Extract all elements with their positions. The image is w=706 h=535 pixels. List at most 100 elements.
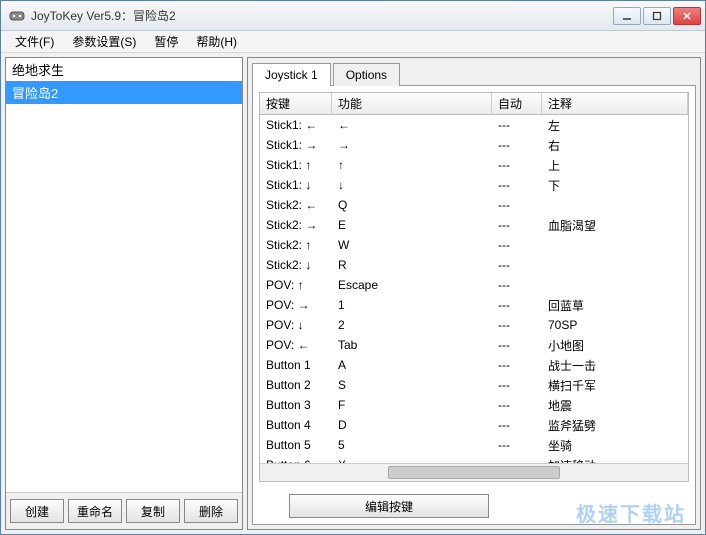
cell-auto: --- — [492, 418, 542, 432]
horizontal-scrollbar[interactable] — [260, 463, 688, 481]
cell-auto: --- — [492, 358, 542, 372]
profile-list[interactable]: 绝地求生冒险岛2 — [6, 58, 242, 493]
cell-auto: --- — [492, 398, 542, 412]
table-row[interactable]: Button 6X---加速移动 — [260, 455, 688, 463]
cell-note: 坐骑 — [542, 437, 688, 454]
menu-file[interactable]: 文件(F) — [7, 31, 62, 52]
cell-function: E — [332, 218, 492, 232]
cell-function: 2 — [332, 318, 492, 332]
tab-options[interactable]: Options — [333, 63, 400, 86]
cell-note: 战士一击 — [542, 357, 688, 374]
cell-button: Stick1: ↓ — [260, 178, 332, 192]
cell-function: R — [332, 258, 492, 272]
table-row[interactable]: Button 2S---横扫千军 — [260, 375, 688, 395]
window-title: JoyToKey Ver5.9：冒险岛2 — [31, 7, 613, 24]
rename-button[interactable]: 重命名 — [68, 499, 122, 523]
app-window: JoyToKey Ver5.9：冒险岛2 文件(F) 参数设置(S) 暂停 帮助… — [0, 0, 706, 535]
cell-button: Button 5 — [260, 438, 332, 452]
cell-auto: --- — [492, 438, 542, 452]
cell-auto: --- — [492, 318, 542, 332]
cell-note: 70SP — [542, 318, 688, 332]
grid-body[interactable]: Stick1: ←←---左Stick1: →→---右Stick1: ↑↑--… — [260, 115, 688, 463]
profile-item[interactable]: 绝地求生 — [6, 58, 242, 81]
cell-button: Stick1: ↑ — [260, 158, 332, 172]
cell-auto: --- — [492, 338, 542, 352]
cell-button: Stick2: ↑ — [260, 238, 332, 252]
edit-button[interactable]: 编辑按键 — [289, 494, 489, 518]
table-row[interactable]: POV: ↑Escape--- — [260, 275, 688, 295]
menubar: 文件(F) 参数设置(S) 暂停 帮助(H) — [1, 31, 705, 53]
cell-function: 1 — [332, 298, 492, 312]
cell-auto: --- — [492, 258, 542, 272]
cell-note: 下 — [542, 177, 688, 194]
cell-auto: --- — [492, 178, 542, 192]
cell-function: 5 — [332, 438, 492, 452]
col-note[interactable]: 注释 — [542, 93, 688, 114]
cell-note: 地震 — [542, 397, 688, 414]
profile-panel: 绝地求生冒险岛2 创建 重命名 复制 删除 — [5, 57, 243, 530]
table-row[interactable]: Stick2: ←Q--- — [260, 195, 688, 215]
cell-button: Stick2: → — [260, 218, 332, 232]
copy-button[interactable]: 复制 — [126, 499, 180, 523]
content-area: 绝地求生冒险岛2 创建 重命名 复制 删除 Joystick 1 Options… — [1, 53, 705, 534]
mapping-grid: 按键 功能 自动 注释 Stick1: ←←---左Stick1: →→---右… — [259, 92, 689, 482]
cell-note: 右 — [542, 137, 688, 154]
mapping-panel: Joystick 1 Options 按键 功能 自动 注释 Stick1: ←… — [247, 57, 701, 530]
table-row[interactable]: Stick2: ↓R--- — [260, 255, 688, 275]
cell-note: 回蓝草 — [542, 297, 688, 314]
delete-button[interactable]: 删除 — [184, 499, 238, 523]
app-icon — [9, 8, 25, 24]
col-function[interactable]: 功能 — [332, 93, 492, 114]
cell-note: 上 — [542, 157, 688, 174]
table-row[interactable]: Button 3F---地震 — [260, 395, 688, 415]
grid-header: 按键 功能 自动 注释 — [260, 93, 688, 115]
cell-function: ↑ — [332, 158, 492, 172]
maximize-button[interactable] — [643, 7, 671, 25]
cell-auto: --- — [492, 378, 542, 392]
cell-function: Escape — [332, 278, 492, 292]
cell-function: ↓ — [332, 178, 492, 192]
cell-auto: --- — [492, 278, 542, 292]
cell-button: Stick1: ← — [260, 118, 332, 132]
edit-bar: 编辑按键 — [253, 488, 695, 524]
cell-button: Button 1 — [260, 358, 332, 372]
table-row[interactable]: Button 4D---监斧猛劈 — [260, 415, 688, 435]
create-button[interactable]: 创建 — [10, 499, 64, 523]
table-row[interactable]: Stick1: →→---右 — [260, 135, 688, 155]
cell-auto: --- — [492, 138, 542, 152]
cell-function: → — [332, 138, 492, 152]
table-row[interactable]: POV: →1---回蓝草 — [260, 295, 688, 315]
table-row[interactable]: POV: ←Tab---小地图 — [260, 335, 688, 355]
menu-settings[interactable]: 参数设置(S) — [64, 31, 144, 52]
col-auto[interactable]: 自动 — [492, 93, 542, 114]
table-row[interactable]: Stick2: →E---血脂渴望 — [260, 215, 688, 235]
table-row[interactable]: Button 55---坐骑 — [260, 435, 688, 455]
profile-item[interactable]: 冒险岛2 — [6, 81, 242, 104]
titlebar[interactable]: JoyToKey Ver5.9：冒险岛2 — [1, 1, 705, 31]
table-row[interactable]: POV: ↓2---70SP — [260, 315, 688, 335]
cell-auto: --- — [492, 198, 542, 212]
scrollbar-thumb[interactable] — [388, 466, 559, 479]
cell-button: POV: ↓ — [260, 318, 332, 332]
table-row[interactable]: Stick1: ↓↓---下 — [260, 175, 688, 195]
cell-button: Button 4 — [260, 418, 332, 432]
minimize-button[interactable] — [613, 7, 641, 25]
cell-auto: --- — [492, 158, 542, 172]
cell-auto: --- — [492, 298, 542, 312]
window-controls — [613, 7, 701, 25]
menu-help[interactable]: 帮助(H) — [188, 31, 245, 52]
tab-joystick[interactable]: Joystick 1 — [252, 63, 331, 86]
table-row[interactable]: Stick1: ←←---左 — [260, 115, 688, 135]
table-row[interactable]: Stick2: ↑W--- — [260, 235, 688, 255]
cell-function: Tab — [332, 338, 492, 352]
cell-function: F — [332, 398, 492, 412]
close-button[interactable] — [673, 7, 701, 25]
col-button[interactable]: 按键 — [260, 93, 332, 114]
menu-pause[interactable]: 暂停 — [146, 31, 186, 52]
cell-function: S — [332, 378, 492, 392]
cell-button: Button 3 — [260, 398, 332, 412]
table-row[interactable]: Button 1A---战士一击 — [260, 355, 688, 375]
cell-note: 横扫千军 — [542, 377, 688, 394]
table-row[interactable]: Stick1: ↑↑---上 — [260, 155, 688, 175]
cell-button: Stick2: ↓ — [260, 258, 332, 272]
